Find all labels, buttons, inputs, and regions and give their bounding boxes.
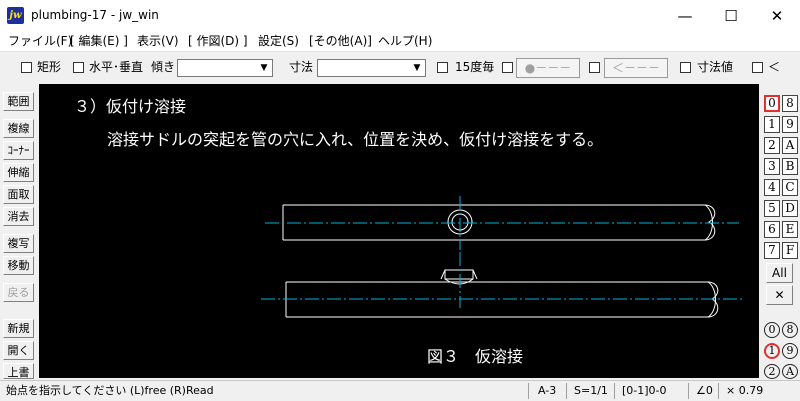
menu-file[interactable]: ファイル(F) xyxy=(8,33,72,49)
chamfer-button[interactable]: 面取 xyxy=(3,185,34,204)
layer-3-button[interactable]: 3 xyxy=(764,158,780,175)
menu-edit[interactable]: [ 編集(E) ] xyxy=(70,33,128,49)
menu-bar: ファイル(F) [ 編集(E) ] 表示(V) [ 作図(D) ] 設定(S) … xyxy=(0,31,800,52)
chevron-down-icon: ▼ xyxy=(260,63,268,73)
layer-status[interactable]: [0-1]0-0 xyxy=(622,384,667,398)
layer-c-button[interactable]: C xyxy=(782,179,798,196)
menu-other[interactable]: [その他(A)] xyxy=(309,33,372,49)
erase-button[interactable]: 消去 xyxy=(3,207,34,226)
saddle-right-chamfer xyxy=(472,269,478,280)
group-2-button[interactable]: 2 xyxy=(764,364,780,379)
open-button[interactable]: 開く xyxy=(3,341,34,360)
toolbar: 矩形 水平･垂直 傾き ▼ 寸法 ▼ 15度毎 ●－－－ ＜－－－ 寸法値 ＜ xyxy=(0,56,800,80)
layer-b-button[interactable]: B xyxy=(782,158,798,175)
layer-d-button[interactable]: D xyxy=(782,200,798,217)
layer-0-button[interactable]: 0 xyxy=(764,95,780,112)
tilt-combo[interactable]: ▼ xyxy=(177,59,273,77)
layer-5-button[interactable]: 5 xyxy=(764,200,780,217)
zoom-value[interactable]: × 0.79 xyxy=(726,384,763,398)
status-divider xyxy=(528,383,529,399)
group-8-button[interactable]: 8 xyxy=(782,322,798,338)
dot-line-button[interactable]: ●－－－ xyxy=(516,58,580,78)
status-bar: 始点を指示してください (L)free (R)Read A-3 S=1/1 [0… xyxy=(0,380,800,401)
minimize-button[interactable]: — xyxy=(662,0,708,31)
copy-button[interactable]: 複写 xyxy=(3,234,34,253)
drawing-canvas[interactable]: ３）仮付け溶接 溶接サドルの突起を管の穴に入れ、位置を決め、仮付け溶接をする。 xyxy=(39,84,759,378)
angle-value[interactable]: ∠0 xyxy=(696,384,713,398)
group-9-button[interactable]: 9 xyxy=(782,343,798,359)
figure-caption: 図３ 仮溶接 xyxy=(427,347,524,366)
deg15-label: 15度毎 xyxy=(455,60,495,74)
corner-button[interactable]: ｺｰﾅｰ xyxy=(3,141,34,160)
lt-checkbox[interactable] xyxy=(752,62,763,73)
scale-value[interactable]: S=1/1 xyxy=(574,384,608,398)
dot-checkbox[interactable] xyxy=(502,62,513,73)
close-icon[interactable]: ✕ xyxy=(766,285,793,305)
parallel-line-button[interactable]: 複線 xyxy=(3,119,34,138)
dimval-checkbox[interactable] xyxy=(680,62,691,73)
menu-draw[interactable]: [ 作図(D) ] xyxy=(188,33,248,49)
status-divider xyxy=(566,383,567,399)
layer-2-button[interactable]: 2 xyxy=(764,137,780,154)
hv-checkbox[interactable] xyxy=(73,62,84,73)
group-a-button[interactable]: A xyxy=(782,364,798,379)
window-title: plumbing-17 - jw_win xyxy=(31,8,159,22)
rect-label: 矩形 xyxy=(37,60,62,74)
undo-button[interactable]: 戻る xyxy=(3,283,34,302)
layer-4-button[interactable]: 4 xyxy=(764,179,780,196)
layer-9-button[interactable]: 9 xyxy=(782,116,798,133)
layer-a-button[interactable]: A xyxy=(782,137,798,154)
status-divider xyxy=(718,383,719,399)
arrow-line-button[interactable]: ＜－－－ xyxy=(604,58,668,78)
layer-7-button[interactable]: 7 xyxy=(764,242,780,259)
layer-8-button[interactable]: 8 xyxy=(782,95,798,112)
maximize-button[interactable]: ☐ xyxy=(708,0,754,31)
menu-settings[interactable]: 設定(S) xyxy=(258,33,299,49)
stretch-button[interactable]: 伸縮 xyxy=(3,163,34,182)
rect-checkbox[interactable] xyxy=(21,62,32,73)
group-0-button[interactable]: 0 xyxy=(764,322,780,338)
new-button[interactable]: 新規 xyxy=(3,319,34,338)
move-button[interactable]: 移動 xyxy=(3,256,34,275)
all-layers-button[interactable]: All xyxy=(766,263,793,283)
menu-view[interactable]: 表示(V) xyxy=(137,33,179,49)
dim-combo[interactable]: ▼ xyxy=(317,59,426,77)
tilt-label: 傾き xyxy=(151,60,176,74)
pipe-drawing xyxy=(261,196,743,318)
close-button[interactable]: ✕ xyxy=(754,0,800,31)
group-1-button[interactable]: 1 xyxy=(764,343,780,359)
hv-label: 水平･垂直 xyxy=(89,60,144,74)
overwrite-button[interactable]: 上書 xyxy=(3,363,34,379)
lt-label: ＜ xyxy=(768,60,781,74)
arrow-checkbox[interactable] xyxy=(589,62,600,73)
status-message: 始点を指示してください (L)free (R)Read xyxy=(6,384,214,397)
title-bar: jw plumbing-17 - jw_win — ☐ ✕ xyxy=(0,0,800,31)
menu-help[interactable]: ヘルプ(H) xyxy=(378,33,432,49)
paper-size[interactable]: A-3 xyxy=(538,384,556,398)
saddle-body xyxy=(444,269,474,280)
status-divider xyxy=(688,383,689,399)
chevron-down-icon: ▼ xyxy=(413,63,421,73)
dimval-label: 寸法値 xyxy=(697,60,734,74)
app-icon: jw xyxy=(7,7,24,24)
layer-6-button[interactable]: 6 xyxy=(764,221,780,238)
dim-label: 寸法 xyxy=(289,60,314,74)
status-divider xyxy=(614,383,615,399)
deg15-checkbox[interactable] xyxy=(437,62,448,73)
layer-e-button[interactable]: E xyxy=(782,221,798,238)
saddle-left-chamfer xyxy=(440,269,446,280)
range-button[interactable]: 範囲 xyxy=(3,92,34,111)
layer-f-button[interactable]: F xyxy=(782,242,798,259)
layer-1-button[interactable]: 1 xyxy=(764,116,780,133)
